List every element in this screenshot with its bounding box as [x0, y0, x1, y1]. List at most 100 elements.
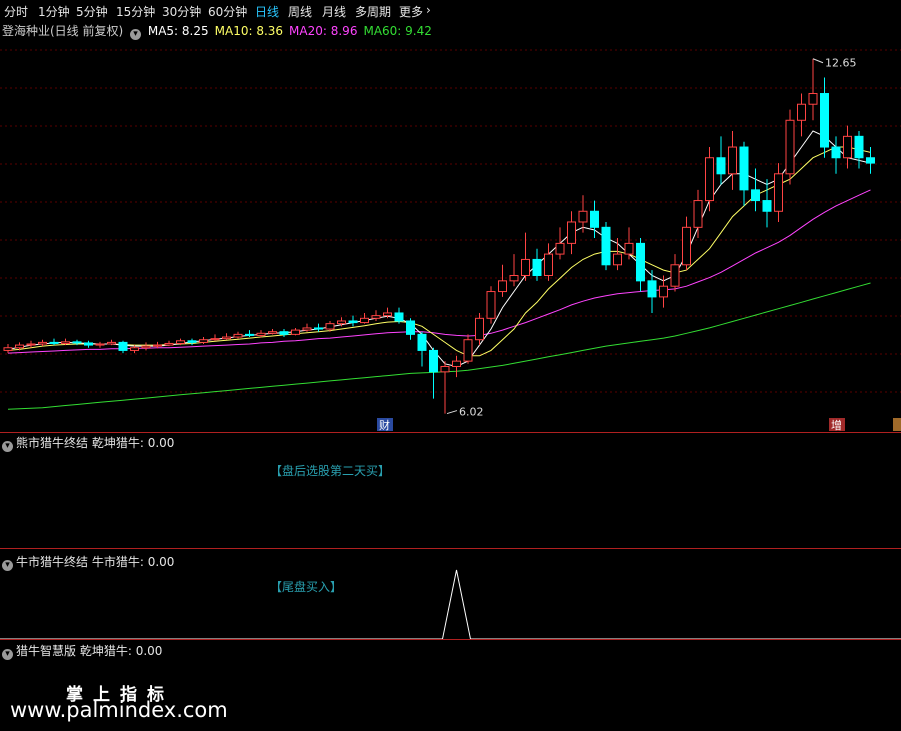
candle-body — [49, 341, 59, 344]
candle-body — [797, 103, 806, 121]
low-pointer — [446, 410, 458, 415]
candle-body — [670, 264, 680, 287]
candle-body — [314, 327, 323, 330]
candle-body — [360, 317, 369, 324]
candle-body — [567, 221, 576, 244]
candle-body — [590, 210, 599, 228]
ma20-polyline — [7, 189, 871, 354]
candle-body — [831, 146, 841, 159]
candle-body — [141, 345, 151, 349]
candle-body — [463, 339, 473, 362]
candle-body — [72, 341, 82, 344]
candle-body — [268, 331, 277, 334]
candle-body — [705, 157, 714, 202]
candle-body — [429, 349, 438, 373]
panel-1-name: 熊市猎牛终结 — [16, 436, 89, 450]
candle-body — [348, 320, 358, 324]
panel-divider-3 — [0, 639, 901, 640]
candle-body — [406, 320, 415, 335]
candle-body — [199, 339, 208, 343]
candle-body — [61, 341, 70, 344]
high-price-label: 12.65 — [825, 57, 857, 70]
candle-body — [394, 312, 404, 322]
high-pointer — [812, 58, 824, 64]
panel-3-name: 猎牛智慧版 — [16, 644, 77, 658]
candle-body — [130, 347, 139, 351]
candle-body — [475, 317, 484, 341]
candle-body — [153, 344, 162, 347]
panel-1-indicator: 乾坤猎牛: 0.00 — [91, 436, 175, 450]
candle-body — [544, 253, 553, 276]
candle-body — [107, 341, 116, 345]
candle-body — [808, 93, 818, 105]
candle-body — [325, 323, 335, 330]
badge-edge — [893, 418, 901, 431]
candle-body — [509, 274, 519, 282]
candle-body — [417, 333, 427, 351]
candle-body — [302, 327, 312, 331]
candle-body — [739, 146, 749, 191]
panel-menu-icon[interactable]: ▾ — [2, 649, 13, 660]
candle-body — [647, 280, 657, 298]
panel-divider-1 — [0, 432, 901, 433]
candle-body — [371, 315, 381, 319]
candle-body — [820, 93, 829, 148]
panel-2-title: ▾ 牛市猎牛终结 牛市猎牛: 0.00 — [2, 553, 174, 571]
candle-body — [751, 189, 760, 202]
candle-body — [233, 333, 243, 338]
candle-body — [118, 341, 128, 351]
watermark-url: www.palmindex.com — [10, 698, 228, 722]
candle-body — [256, 332, 266, 336]
candle-body — [578, 210, 588, 223]
candle-body — [222, 336, 231, 340]
candle-body — [866, 157, 875, 164]
badge-left-text: 财 — [379, 418, 390, 432]
candle-body — [785, 119, 795, 175]
kline-chart: 12.65 6.02 财 增 — [0, 49, 901, 640]
candle-body — [383, 312, 392, 317]
candle-body — [532, 258, 542, 276]
candle-body — [555, 242, 565, 255]
panel-1-note: 【盘后选股第二天买】 — [270, 464, 391, 478]
candle-body — [762, 200, 772, 212]
panel-menu-icon[interactable]: ▾ — [2, 560, 13, 571]
candle-body — [498, 280, 507, 293]
candle-body — [164, 342, 174, 346]
candle-body — [682, 226, 691, 266]
candle-body — [636, 242, 645, 282]
candle-body — [613, 253, 622, 266]
panel-3-title: ▾ 猎牛智慧版 乾坤猎牛: 0.00 — [2, 642, 162, 660]
candle-body — [521, 258, 530, 276]
candle-body — [3, 347, 13, 351]
candle-body — [716, 157, 726, 175]
panel-menu-icon[interactable]: ▾ — [2, 441, 13, 452]
candle-body — [187, 340, 197, 343]
candle-body — [26, 343, 36, 346]
candle-body — [843, 135, 852, 159]
signal-polyline — [0, 569, 901, 640]
candle-body — [210, 338, 220, 341]
candle-body — [774, 173, 783, 212]
panel-3-indicator: 乾坤猎牛: 0.00 — [79, 644, 163, 658]
candle-body — [84, 342, 93, 346]
candle-body — [440, 365, 450, 373]
candle-body — [245, 333, 254, 336]
candle-body — [659, 285, 668, 298]
badge-right-text: 增 — [831, 418, 842, 432]
candles — [3, 58, 875, 414]
panel-2-name: 牛市猎牛终结 — [16, 555, 89, 569]
candle-body — [15, 344, 24, 349]
candle-body — [337, 320, 346, 325]
low-price-label: 6.02 — [459, 406, 484, 419]
candle-body — [601, 226, 611, 266]
panel-divider-2 — [0, 548, 901, 549]
candle-body — [95, 343, 105, 346]
signal-line — [0, 569, 901, 640]
candle-body — [452, 360, 461, 367]
panel-2-note: 【尾盘买入】 — [270, 580, 343, 594]
ma20-line — [7, 189, 871, 354]
candle-body — [486, 291, 496, 319]
panel-2-indicator: 牛市猎牛: 0.00 — [91, 555, 175, 569]
candle-body — [624, 242, 634, 255]
candle-body — [728, 146, 737, 175]
